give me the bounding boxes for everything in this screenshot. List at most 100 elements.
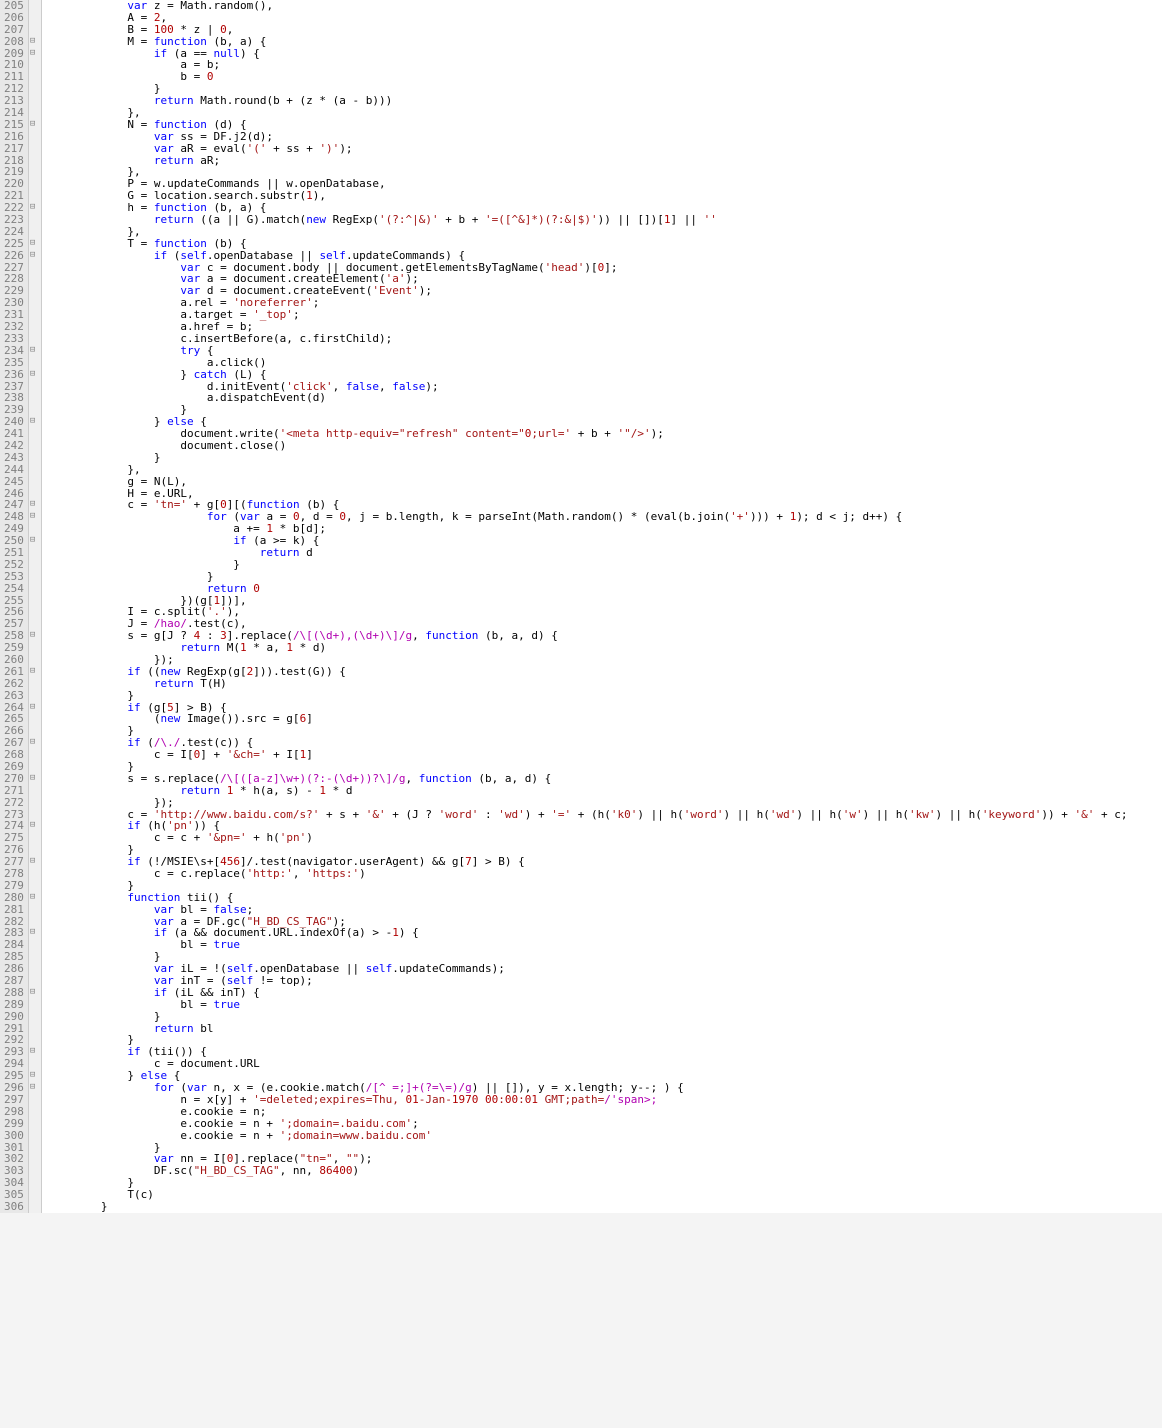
- fold-toggle[interactable]: ⊟: [29, 369, 41, 381]
- line-number-gutter[interactable]: 2052062072082092102112122132142152162172…: [0, 0, 29, 1213]
- code-line[interactable]: },: [48, 464, 1156, 476]
- fold-toggle[interactable]: ⊟: [29, 511, 41, 523]
- fold-gutter[interactable]: ⊟⊟⊟⊟⊟⊟⊟⊟⊟⊟⊟⊟⊟⊟⊟⊟⊟⊟⊟⊟⊟⊟⊟⊟⊟: [29, 0, 42, 1213]
- code-line[interactable]: N = function (d) {: [48, 119, 1156, 131]
- fold-toggle[interactable]: [29, 166, 41, 178]
- code-line[interactable]: var z = Math.random(),: [48, 0, 1156, 12]
- fold-toggle[interactable]: [29, 595, 41, 607]
- fold-toggle[interactable]: [29, 749, 41, 761]
- line-number[interactable]: 263: [4, 690, 24, 702]
- fold-toggle[interactable]: [29, 381, 41, 393]
- line-number[interactable]: 216: [4, 131, 24, 143]
- fold-toggle[interactable]: [29, 333, 41, 345]
- fold-toggle[interactable]: ⊟: [29, 666, 41, 678]
- fold-toggle[interactable]: [29, 297, 41, 309]
- fold-toggle[interactable]: [29, 95, 41, 107]
- fold-toggle[interactable]: [29, 12, 41, 24]
- line-number[interactable]: 289: [4, 999, 24, 1011]
- fold-toggle[interactable]: [29, 963, 41, 975]
- line-number[interactable]: 253: [4, 571, 24, 583]
- code-line[interactable]: try {: [48, 345, 1156, 357]
- fold-toggle[interactable]: [29, 642, 41, 654]
- fold-toggle[interactable]: [29, 880, 41, 892]
- fold-toggle[interactable]: [29, 273, 41, 285]
- fold-toggle[interactable]: [29, 797, 41, 809]
- line-number[interactable]: 217: [4, 143, 24, 155]
- fold-toggle[interactable]: [29, 428, 41, 440]
- code-line[interactable]: c = I[0] + '&ch=' + I[1]: [48, 749, 1156, 761]
- fold-toggle[interactable]: ⊟: [29, 119, 41, 131]
- code-line[interactable]: return T(H): [48, 678, 1156, 690]
- code-line[interactable]: DF.sc("H_BD_CS_TAG", nn, 86400): [48, 1165, 1156, 1177]
- fold-toggle[interactable]: [29, 868, 41, 880]
- line-number[interactable]: 280: [4, 892, 24, 904]
- fold-toggle[interactable]: ⊟: [29, 773, 41, 785]
- code-line[interactable]: }: [48, 1177, 1156, 1189]
- fold-toggle[interactable]: [29, 975, 41, 987]
- code-line[interactable]: (new Image()).src = g[6]: [48, 713, 1156, 725]
- code-line[interactable]: }: [48, 404, 1156, 416]
- code-line[interactable]: c = document.URL: [48, 1058, 1156, 1070]
- fold-toggle[interactable]: ⊟: [29, 737, 41, 749]
- code-line[interactable]: c = c + '&pn=' + h('pn'): [48, 832, 1156, 844]
- fold-toggle[interactable]: [29, 226, 41, 238]
- fold-toggle[interactable]: [29, 1189, 41, 1201]
- fold-toggle[interactable]: [29, 59, 41, 71]
- code-line[interactable]: }: [48, 1011, 1156, 1023]
- fold-toggle[interactable]: [29, 214, 41, 226]
- fold-toggle[interactable]: [29, 83, 41, 95]
- code-line[interactable]: e.cookie = n;: [48, 1106, 1156, 1118]
- fold-toggle[interactable]: [29, 809, 41, 821]
- fold-toggle[interactable]: [29, 392, 41, 404]
- fold-toggle[interactable]: [29, 939, 41, 951]
- fold-toggle[interactable]: [29, 440, 41, 452]
- fold-toggle[interactable]: [29, 143, 41, 155]
- code-line[interactable]: }: [48, 1034, 1156, 1046]
- fold-toggle[interactable]: [29, 904, 41, 916]
- fold-toggle[interactable]: [29, 678, 41, 690]
- line-number[interactable]: 262: [4, 678, 24, 690]
- code-line[interactable]: return M(1 * a, 1 * d): [48, 642, 1156, 654]
- line-number[interactable]: 245: [4, 476, 24, 488]
- code-line[interactable]: var ss = DF.j2(d);: [48, 131, 1156, 143]
- fold-toggle[interactable]: ⊟: [29, 345, 41, 357]
- fold-toggle[interactable]: ⊟: [29, 630, 41, 642]
- fold-toggle[interactable]: [29, 999, 41, 1011]
- fold-toggle[interactable]: ⊟: [29, 499, 41, 511]
- code-line[interactable]: b = 0: [48, 71, 1156, 83]
- fold-toggle[interactable]: ⊟: [29, 202, 41, 214]
- fold-toggle[interactable]: [29, 24, 41, 36]
- line-number[interactable]: 279: [4, 880, 24, 892]
- fold-toggle[interactable]: ⊟: [29, 416, 41, 428]
- fold-toggle[interactable]: ⊟: [29, 1070, 41, 1082]
- code-line[interactable]: T(c): [48, 1189, 1156, 1201]
- fold-toggle[interactable]: ⊟: [29, 702, 41, 714]
- code-line[interactable]: A = 2,: [48, 12, 1156, 24]
- fold-toggle[interactable]: [29, 131, 41, 143]
- code-line[interactable]: return Math.round(b + (z * (a - b))): [48, 95, 1156, 107]
- fold-toggle[interactable]: [29, 1118, 41, 1130]
- code-line[interactable]: var aR = eval('(' + ss + ')');: [48, 143, 1156, 155]
- code-line[interactable]: if ((new RegExp(g[2])).test(G)) {: [48, 666, 1156, 678]
- code-line[interactable]: }: [48, 559, 1156, 571]
- line-number[interactable]: 306: [4, 1201, 24, 1213]
- fold-toggle[interactable]: ⊟: [29, 1046, 41, 1058]
- line-number[interactable]: 243: [4, 452, 24, 464]
- fold-toggle[interactable]: [29, 523, 41, 535]
- code-line[interactable]: var bl = false;: [48, 904, 1156, 916]
- code-editor[interactable]: 2052062072082092102112122132142152162172…: [0, 0, 1162, 1213]
- fold-toggle[interactable]: [29, 618, 41, 630]
- fold-toggle[interactable]: [29, 1011, 41, 1023]
- code-line[interactable]: B = 100 * z | 0,: [48, 24, 1156, 36]
- fold-toggle[interactable]: [29, 404, 41, 416]
- fold-toggle[interactable]: [29, 357, 41, 369]
- fold-toggle[interactable]: [29, 1165, 41, 1177]
- fold-toggle[interactable]: [29, 690, 41, 702]
- line-number[interactable]: 215: [4, 119, 24, 131]
- code-line[interactable]: }: [48, 1201, 1156, 1213]
- fold-toggle[interactable]: [29, 262, 41, 274]
- code-area[interactable]: var z = Math.random(), A = 2, B = 100 * …: [42, 0, 1162, 1213]
- code-line[interactable]: T = function (b) {: [48, 238, 1156, 250]
- code-line[interactable]: bl = true: [48, 999, 1156, 1011]
- fold-toggle[interactable]: [29, 761, 41, 773]
